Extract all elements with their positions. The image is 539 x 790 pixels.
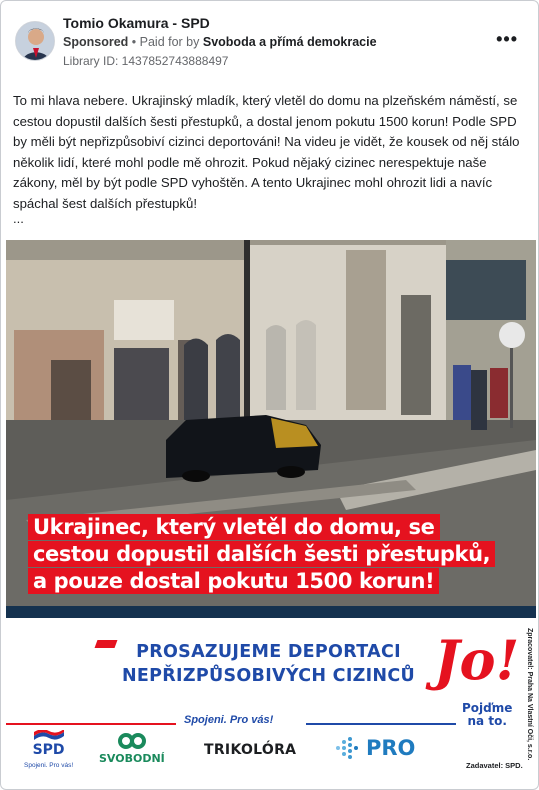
caption-line-2: cestou dopustil dalších šesti přestupků, (28, 541, 496, 567)
ad-media[interactable]: Ukrajinec, který vletěl do domu, se cest… (6, 240, 536, 785)
svobodni-icon (117, 733, 146, 749)
see-more-ellipsis[interactable]: ... (13, 211, 24, 226)
caption-line-3: a pouze dostal pokutu 1500 korun! (28, 568, 440, 594)
pro-logo-text: PRO (366, 736, 416, 760)
sponsored-meta: Sponsored • Paid for by Svoboda a přímá … (63, 35, 377, 49)
pro-dots-icon (336, 737, 358, 759)
avatar[interactable] (15, 21, 55, 61)
paid-for-by-prefix: • Paid for by (131, 35, 200, 49)
library-id: Library ID: 1437852743888497 (63, 54, 229, 68)
trikolora-logo: TRIKOLÓRA (204, 742, 297, 758)
spojeni-slogan: Spojeni. Pro vás! (184, 714, 274, 726)
spd-logo-text: SPD (32, 742, 65, 758)
video-caption: Ukrajinec, který vletěl do domu, se cest… (28, 514, 518, 595)
banner-headline-2: NEPŘIZPŮSOBIVÝCH CIZINCŮ (121, 666, 416, 686)
ad-card: Tomio Okamura - SPD Sponsored • Paid for… (0, 0, 539, 790)
spd-logo: SPD Spojeni. Pro vás! (24, 730, 73, 769)
post-header: Tomio Okamura - SPD Sponsored • Paid for… (13, 13, 526, 73)
post-body-text: To mi hlava nebere. Ukrajinský mladík, k… (13, 93, 520, 211)
pro-logo: PRO (334, 736, 415, 760)
svobodni-logo: SVOBODNÍ (99, 732, 165, 765)
zpracovatel-note: Zpracovatel: Praha Na Vlastní Oči, s.r.o… (526, 628, 533, 761)
sponsored-label: Sponsored (63, 35, 129, 49)
author-name[interactable]: Tomio Okamura - SPD (63, 15, 210, 31)
banner-headline: PROSAZUJEME DEPORTACI NEPŘIZPŮSOBIVÝCH C… (96, 640, 441, 688)
spd-flag-icon (33, 730, 64, 740)
jo-slogan-line-2: na to. (467, 714, 507, 728)
campaign-banner: PROSAZUJEME DEPORTACI NEPŘIZPŮSOBIVÝCH C… (6, 618, 536, 785)
jo-slogan: Pojďme na to. (462, 702, 512, 728)
zadavatel-note: Zadavatel: SPD. (466, 761, 523, 770)
banner-headline-1: PROSAZUJEME DEPORTACI (136, 642, 401, 662)
jo-logo: Jo! (434, 628, 520, 692)
payer-name[interactable]: Svoboda a přímá demokracie (203, 35, 377, 49)
caption-line-1: Ukrajinec, který vletěl do domu, se (28, 514, 440, 540)
media-divider (6, 606, 536, 618)
more-options-button[interactable]: ••• (496, 29, 518, 50)
svobodni-logo-text: SVOBODNÍ (99, 752, 165, 765)
coalition-logos: SPD Spojeni. Pro vás! SVOBODNÍ TRIKOLÓRA (6, 730, 536, 770)
spd-logo-sub: Spojeni. Pro vás! (24, 762, 74, 769)
banner-blue-line (306, 723, 456, 725)
banner-red-line (6, 723, 176, 725)
